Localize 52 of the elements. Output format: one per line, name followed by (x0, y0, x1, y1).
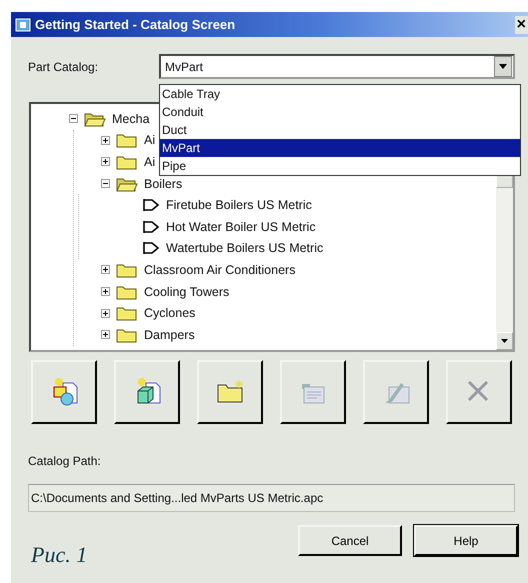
field-label: Part Catalog: (28, 60, 100, 74)
flag-icon (142, 220, 160, 234)
field-label: Catalog Path: (28, 454, 102, 468)
tree-item[interactable]: Mecha (112, 112, 150, 126)
part-catalog-dropdown[interactable]: MvPart (159, 54, 515, 79)
expand-icon[interactable] (101, 136, 110, 145)
open-folder-icon (84, 110, 106, 127)
app-icon (15, 16, 31, 32)
flag-icon (142, 241, 160, 256)
folder-icon (116, 132, 138, 148)
expand-icon[interactable] (101, 330, 110, 340)
expand-icon[interactable] (101, 157, 110, 166)
toolbar-button[interactable] (31, 360, 97, 424)
folder-icon (116, 326, 138, 343)
dropdown-option[interactable]: Cable Tray (160, 85, 520, 103)
tree-item[interactable]: Firetube Boilers US Metric (166, 198, 312, 212)
tree-item[interactable]: Cooling Towers (144, 284, 230, 299)
toolbar-button[interactable] (197, 360, 263, 424)
expand-icon[interactable] (101, 287, 110, 296)
tree-item[interactable]: Boilers (144, 176, 182, 191)
dropdown-option[interactable]: Pipe (160, 157, 520, 175)
folder-icon (116, 262, 138, 278)
window-title: Getting Started - Catalog Screen (35, 17, 236, 32)
folder-icon (116, 154, 138, 170)
flag-icon (142, 198, 160, 212)
expand-icon[interactable] (101, 265, 110, 274)
close-button[interactable]: × (514, 16, 528, 34)
figure-caption: Рис. 1 (31, 542, 88, 568)
collapse-icon[interactable] (101, 179, 110, 188)
tree-item[interactable]: Ai (144, 133, 156, 148)
folder-icon (116, 305, 138, 322)
tree-item[interactable]: Ai (144, 154, 156, 169)
dialog-button[interactable]: Cancel (298, 525, 402, 556)
tree-item[interactable]: Watertube Boilers US Metric (166, 241, 324, 256)
scroll-down-button[interactable] (496, 332, 513, 350)
toolbar-button[interactable] (114, 360, 180, 424)
path-field[interactable]: C:\Documents and Setting...led MvParts US Metric.apc (28, 484, 515, 512)
dropdown-option[interactable]: MvPart (160, 139, 520, 157)
dialog-button[interactable]: Help (414, 525, 518, 556)
expand-icon[interactable] (101, 308, 110, 318)
dropdown-option[interactable]: Duct (160, 121, 520, 139)
tree-item[interactable]: Dampers (144, 328, 195, 342)
folder-icon (116, 284, 138, 300)
dropdown-option[interactable]: Conduit (160, 103, 520, 121)
tree-item[interactable]: Classroom Air Conditioners (144, 262, 296, 277)
dropdown-arrow-button[interactable] (494, 56, 512, 77)
collapse-icon[interactable] (69, 114, 78, 124)
caret-icon (501, 339, 508, 343)
tree-item[interactable]: Hot Water Boiler US Metric (166, 220, 316, 234)
open-folder-icon (116, 176, 138, 192)
caret-icon (499, 64, 507, 69)
tree-item[interactable]: Cyclones (144, 306, 196, 320)
